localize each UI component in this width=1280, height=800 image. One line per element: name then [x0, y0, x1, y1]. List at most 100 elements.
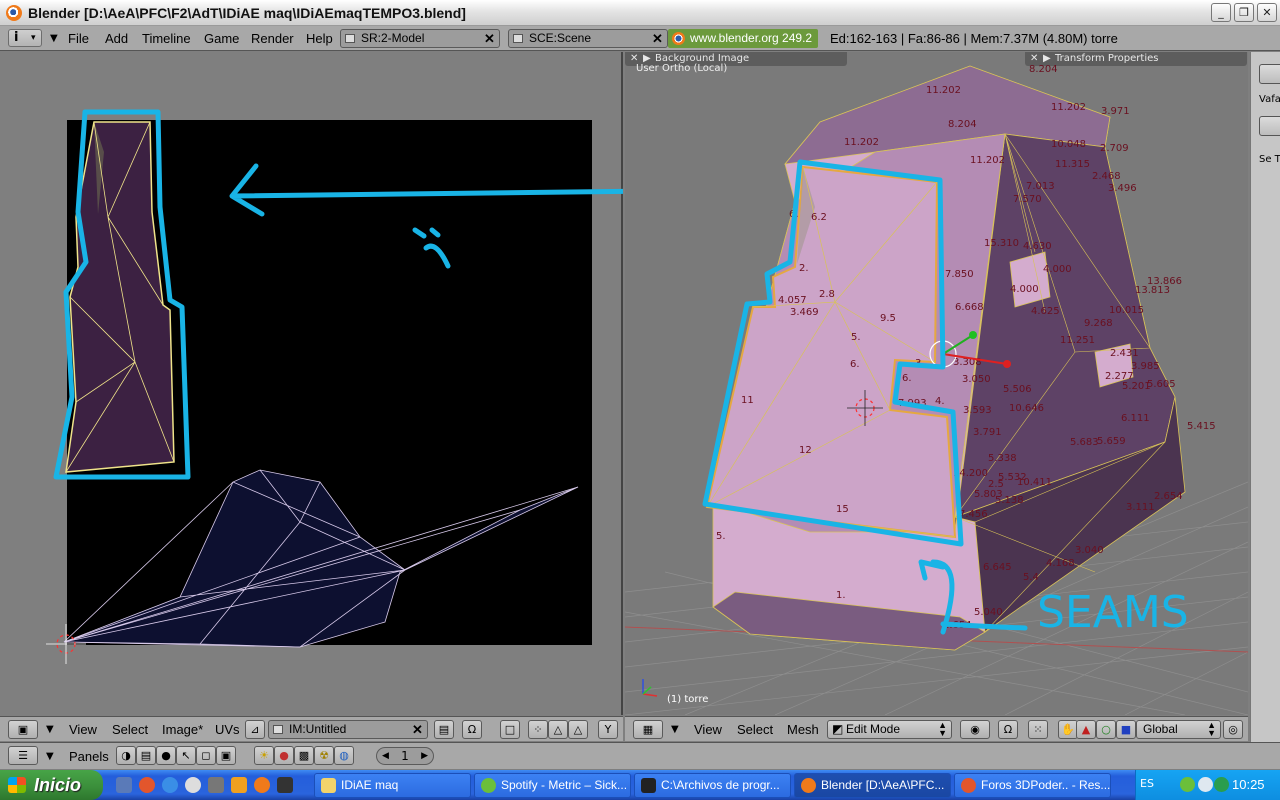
menu-render[interactable]: Render: [251, 31, 294, 46]
occlusion-button[interactable]: ◎: [1223, 720, 1243, 739]
task-idiae-maq[interactable]: IDiAE maq: [314, 773, 471, 798]
menu-game[interactable]: Game: [204, 31, 239, 46]
image-pack-button[interactable]: ▤: [434, 720, 454, 739]
uv-menu-uvs[interactable]: UVs: [215, 722, 240, 737]
close-icon[interactable]: ✕: [410, 722, 425, 737]
world-tab[interactable]: ◍: [334, 746, 354, 765]
view-menu[interactable]: View: [694, 722, 722, 737]
internet-explorer-icon[interactable]: [162, 777, 178, 793]
app-icon[interactable]: [231, 777, 247, 793]
media-icon[interactable]: [208, 777, 224, 793]
edge-length-label: 11.315: [1055, 159, 1090, 170]
sync-selection-button[interactable]: Ω: [462, 720, 482, 739]
increment-icon[interactable]: ▶: [421, 748, 428, 764]
layer-toggle-button[interactable]: ⁙: [1028, 720, 1048, 739]
task-firefox-foros[interactable]: Foros 3DPoder.. - Res...: [954, 773, 1111, 798]
start-button[interactable]: Inicio: [0, 770, 103, 800]
edge-length-label: 3.496: [1108, 183, 1137, 194]
edge-length-label: 3.971: [1101, 106, 1130, 117]
close-button[interactable]: ✕: [1257, 3, 1277, 22]
frame-number-field[interactable]: ◀ 1 ▶: [376, 747, 434, 765]
scene-selector[interactable]: SCE:Scene ✕: [508, 29, 668, 48]
side-panel-button[interactable]: [1259, 64, 1280, 84]
uv-menu-view[interactable]: View: [69, 722, 97, 737]
manipulator-toggle-button[interactable]: ✋: [1058, 720, 1078, 739]
3d-viewport[interactable]: ✕ ▶ Background Image ✕ ▶ Transform Prope…: [625, 52, 1248, 715]
blender-quicklaunch-icon[interactable]: [254, 777, 270, 793]
lamp-tab[interactable]: ☀: [254, 746, 274, 765]
network-icon[interactable]: [1198, 777, 1213, 792]
editor-type-button[interactable]: ▣: [8, 720, 38, 739]
pivot-button[interactable]: Ω: [998, 720, 1018, 739]
website-link[interactable]: www.blender.org 249.2: [668, 29, 818, 48]
decrement-icon[interactable]: ◀: [382, 748, 389, 764]
vertex-select-button[interactable]: ⁘: [528, 720, 548, 739]
image-browse-icon[interactable]: [273, 725, 283, 734]
menu-help[interactable]: Help: [306, 31, 333, 46]
scale-button[interactable]: ■: [1116, 720, 1136, 739]
scene-tab[interactable]: ▣: [216, 746, 236, 765]
maximize-button[interactable]: ❐: [1234, 3, 1254, 22]
target-icon: ◎: [1228, 723, 1238, 736]
uv-2d-cursor[interactable]: [46, 624, 86, 664]
mesh-menu[interactable]: Mesh: [787, 722, 819, 737]
collapse-menu-icon[interactable]: ▼: [50, 33, 58, 44]
pin-button[interactable]: ⊿: [245, 720, 265, 739]
panels-menu[interactable]: Panels: [69, 749, 109, 764]
menu-timeline[interactable]: Timeline: [142, 31, 191, 46]
mode-label: Edit Mode: [846, 722, 901, 736]
script-tab[interactable]: ▤: [136, 746, 156, 765]
spotify-tray-icon[interactable]: [1180, 777, 1195, 792]
texture-tab[interactable]: ▩: [294, 746, 314, 765]
task-blender[interactable]: Blender [D:\AeA\PFC...: [794, 773, 951, 798]
side-panel-button[interactable]: [1259, 116, 1280, 136]
uv-image-editor[interactable]: [0, 52, 623, 715]
face-select-button[interactable]: △: [568, 720, 588, 739]
buttons-window-header: ☰ ▼ Panels ◑ ▤ ● ↖ ◻ ▣ ☀ ● ▩ ☢ ◍ ◀ 1 ▶: [0, 742, 1280, 769]
screen-browse-icon[interactable]: [345, 34, 355, 43]
task-command-prompt[interactable]: C:\Archivos de progr...: [634, 773, 791, 798]
axis-gizmo: [642, 679, 658, 697]
object-tab[interactable]: ↖: [176, 746, 196, 765]
image-selector[interactable]: IM:Untitled ✕: [268, 720, 428, 739]
editing-tab[interactable]: ◻: [196, 746, 216, 765]
sticky-select-button[interactable]: Y: [598, 720, 618, 739]
collapse-menu-icon[interactable]: ▼: [46, 724, 54, 735]
window-type-button[interactable]: i ▾: [8, 29, 42, 47]
uv-select-mode-button[interactable]: □: [500, 720, 520, 739]
screen-selector[interactable]: SR:2-Model ✕: [340, 29, 500, 48]
menu-add[interactable]: Add: [105, 31, 128, 46]
editor-type-button[interactable]: ▦: [633, 720, 663, 739]
status-tray-icon[interactable]: [1214, 777, 1229, 792]
language-indicator[interactable]: ES: [1140, 777, 1154, 790]
collapse-menu-icon[interactable]: ▼: [46, 751, 54, 762]
edge-length-label: 4.: [935, 396, 945, 407]
rotate-button[interactable]: ○: [1096, 720, 1116, 739]
window-titlebar[interactable]: Blender [D:\AeA\PFC\F2\AdT\IDiAE maq\IDi…: [0, 0, 1280, 26]
mode-selector[interactable]: ◩ Edit Mode ▲ ▼: [827, 720, 952, 739]
task-spotify[interactable]: Spotify - Metric – Sick...: [474, 773, 631, 798]
close-icon[interactable]: ✕: [482, 31, 497, 46]
uv-menu-select[interactable]: Select: [112, 722, 148, 737]
messenger-icon[interactable]: [185, 777, 201, 793]
orientation-selector[interactable]: Global ▲ ▼: [1136, 720, 1221, 739]
close-icon[interactable]: ✕: [650, 31, 665, 46]
edge-select-button[interactable]: △: [548, 720, 568, 739]
hand-icon: ✋: [1061, 723, 1075, 736]
editor-type-button[interactable]: ☰: [8, 746, 38, 765]
radiosity-tab[interactable]: ☢: [314, 746, 334, 765]
collapse-menu-icon[interactable]: ▼: [671, 724, 679, 735]
draw-type-button[interactable]: ◉: [960, 720, 990, 739]
logic-tab[interactable]: ◑: [116, 746, 136, 765]
shading-tab[interactable]: ●: [156, 746, 176, 765]
translate-button[interactable]: ▲: [1076, 720, 1096, 739]
material-tab[interactable]: ●: [274, 746, 294, 765]
uv-menu-image[interactable]: Image*: [162, 722, 203, 737]
minimize-button[interactable]: _: [1211, 3, 1231, 22]
select-menu[interactable]: Select: [737, 722, 773, 737]
menu-file[interactable]: File: [68, 31, 89, 46]
scene-browse-icon[interactable]: [513, 34, 523, 43]
firefox-icon[interactable]: [139, 777, 155, 793]
phone-icon[interactable]: [277, 777, 293, 793]
show-desktop-icon[interactable]: [116, 777, 132, 793]
